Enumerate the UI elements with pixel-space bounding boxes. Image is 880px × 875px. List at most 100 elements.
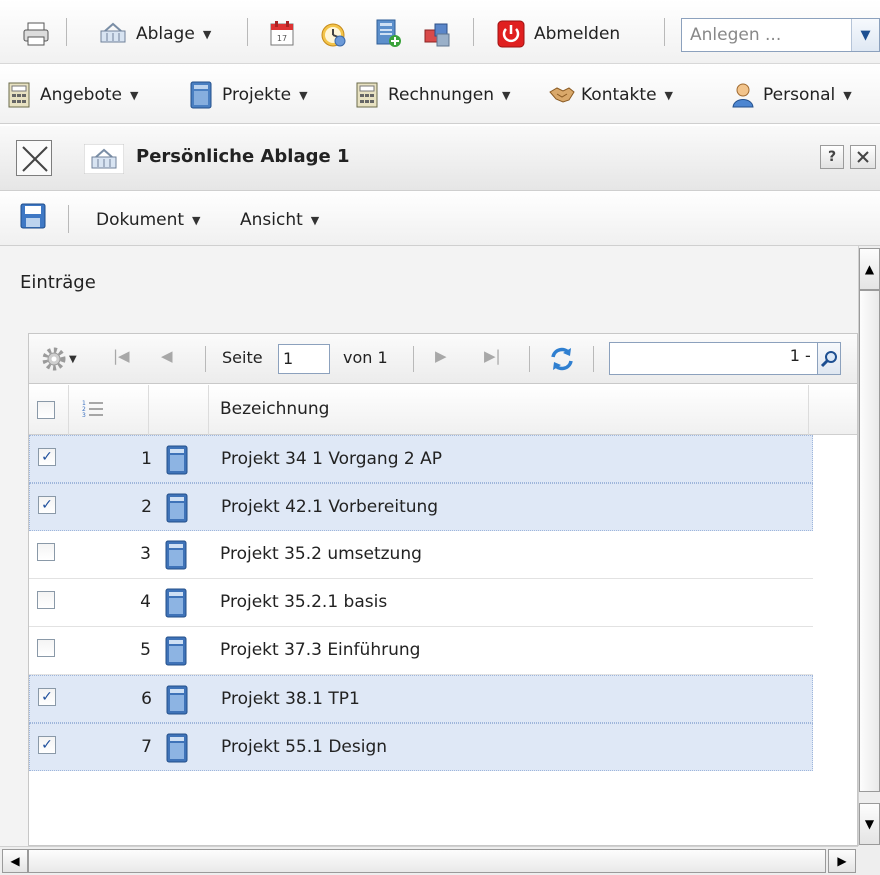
row-number: 1 — [141, 449, 152, 469]
table-row[interactable]: ✓ 6 Projekt 38.1 TP1 — [29, 675, 813, 723]
nav-personal[interactable]: Personal ▼ — [731, 80, 852, 110]
person-icon — [732, 83, 754, 108]
row-checkbox[interactable]: ✓ — [38, 496, 56, 514]
print-button[interactable] — [22, 19, 50, 49]
scroll-right-button[interactable]: ▶ — [828, 849, 856, 873]
nav-kontakte-label: Kontakte — [581, 85, 657, 105]
cubes-icon — [424, 23, 450, 47]
project-icon — [166, 493, 188, 523]
column-header-bezeichnung: Bezeichnung — [220, 399, 330, 419]
row-name: Projekt 55.1 Design — [221, 737, 388, 757]
dokument-label: Dokument — [96, 210, 185, 230]
row-checkbox[interactable] — [37, 543, 55, 561]
printer-icon — [23, 22, 49, 46]
module-toolbar: Angebote ▼ Projekte ▼ Rechnungen ▼ Konta… — [0, 64, 880, 124]
page-label: Seite — [222, 348, 263, 367]
project-icon — [165, 636, 187, 666]
scroll-down-button[interactable]: ▼ — [859, 803, 880, 845]
close-panel-button[interactable] — [16, 140, 52, 176]
checkmark-icon: ✓ — [41, 497, 53, 513]
modules-button[interactable] — [421, 19, 453, 49]
header-icon-cell — [149, 385, 209, 435]
chevron-down-icon: ▼ — [664, 88, 673, 102]
header-bezeichnung[interactable]: Bezeichnung — [209, 385, 809, 435]
table-row[interactable]: 5 Projekt 37.3 Einführung — [29, 627, 813, 675]
logout-label: Abmelden — [534, 24, 621, 44]
scroll-up-button[interactable]: ▲ — [859, 248, 880, 290]
row-number: 4 — [140, 592, 151, 612]
checkmark-icon: ✓ — [41, 449, 53, 465]
power-icon — [497, 20, 525, 48]
nav-rechnungen-label: Rechnungen — [388, 85, 494, 105]
page-number-value: 1 — [283, 349, 294, 368]
row-number: 2 — [141, 497, 152, 517]
scroll-thumb-horizontal[interactable] — [28, 849, 826, 873]
nav-angebote[interactable]: Angebote ▼ — [8, 80, 138, 110]
row-checkbox[interactable]: ✓ — [38, 736, 56, 754]
nav-rechnungen[interactable]: Rechnungen ▼ — [356, 80, 510, 110]
help-button[interactable]: ? — [820, 145, 844, 169]
horizontal-scrollbar[interactable]: ◀ ▶ — [0, 846, 858, 875]
header-select-all-cell — [29, 385, 69, 435]
close-button[interactable] — [850, 145, 876, 169]
svg-text:17: 17 — [277, 34, 287, 43]
last-page-icon[interactable]: ▶| — [484, 347, 501, 365]
page-number-input[interactable]: 1 — [278, 344, 330, 374]
close-icon — [857, 151, 869, 163]
table-row[interactable]: 3 Projekt 35.2 umsetzung — [29, 531, 813, 579]
row-checkbox[interactable] — [37, 591, 55, 609]
row-checkbox[interactable]: ✓ — [38, 448, 56, 466]
panel-title: Persönliche Ablage 1 — [136, 146, 350, 167]
row-name: Projekt 42.1 Vorbereitung — [221, 497, 439, 517]
first-page-icon[interactable]: |◀ — [113, 347, 130, 365]
table-row[interactable]: 4 Projekt 35.2.1 basis — [29, 579, 813, 627]
row-name: Projekt 37.3 Einführung — [220, 640, 421, 660]
scroll-thumb[interactable] — [859, 290, 880, 792]
anlegen-combobox[interactable]: Anlegen ... ▼ — [681, 18, 880, 52]
dokument-menu[interactable]: Dokument ▼ — [96, 205, 201, 235]
ablage-menu[interactable]: Ablage ▼ — [98, 19, 211, 49]
nav-projekte[interactable]: Projekte ▼ — [190, 80, 308, 110]
save-button[interactable] — [20, 203, 46, 234]
search-input[interactable]: 1 - 7 — [609, 342, 839, 375]
chevron-down-icon: ▼ — [192, 213, 201, 227]
chevron-down-icon: ▼ — [299, 88, 308, 102]
grid-header: 1 2 3 Bezeichnung — [29, 385, 857, 435]
refresh-button[interactable] — [548, 345, 576, 378]
search-button[interactable] — [817, 342, 841, 375]
vertical-scrollbar[interactable]: ▲ ▼ — [858, 246, 880, 846]
project-icon — [190, 81, 212, 109]
entries-grid: ▼ |◀ ◀ Seite 1 von 1 ▶ ▶| 1 - 7 1 2 3 Be… — [28, 333, 858, 846]
table-row[interactable]: ✓ 2 Projekt 42.1 Vorbereitung — [29, 483, 813, 531]
chevron-down-icon[interactable]: ▼ — [851, 19, 879, 51]
anlegen-placeholder: Anlegen ... — [690, 25, 782, 45]
select-all-checkbox[interactable] — [37, 401, 55, 419]
table-row[interactable]: ✓ 7 Projekt 55.1 Design — [29, 723, 813, 771]
row-checkbox[interactable] — [37, 639, 55, 657]
document-add-icon — [376, 19, 401, 47]
handshake-icon — [549, 87, 575, 103]
logout-button[interactable]: Abmelden — [497, 19, 620, 49]
next-page-icon[interactable]: ▶ — [435, 347, 447, 365]
scroll-corner — [858, 846, 880, 875]
row-checkbox[interactable]: ✓ — [38, 688, 56, 706]
basket-icon — [100, 22, 126, 43]
alarm-button[interactable] — [318, 19, 348, 49]
nav-kontakte[interactable]: Kontakte ▼ — [549, 80, 673, 110]
checkmark-icon: ✓ — [41, 689, 53, 705]
ablage-label: Ablage — [136, 24, 195, 44]
row-number: 6 — [141, 689, 152, 709]
row-name: Projekt 35.2 umsetzung — [220, 544, 422, 564]
header-order-cell[interactable]: 1 2 3 — [69, 385, 149, 435]
calendar-button[interactable]: 17 — [268, 19, 296, 49]
row-number: 3 — [140, 544, 151, 564]
scroll-left-button[interactable]: ◀ — [2, 849, 28, 873]
main-toolbar: Ablage ▼ 17 Abmelden Anlegen ... ▼ — [0, 0, 880, 64]
new-document-button[interactable] — [374, 18, 402, 48]
table-row[interactable]: ✓ 1 Projekt 34 1 Vorgang 2 AP — [29, 435, 813, 483]
prev-page-icon[interactable]: ◀ — [161, 347, 173, 365]
alarm-clock-icon — [321, 23, 346, 47]
ansicht-menu[interactable]: Ansicht ▼ — [240, 205, 319, 235]
ablage-icon-wrap — [83, 143, 125, 179]
grid-settings-button[interactable]: ▼ — [41, 346, 77, 372]
